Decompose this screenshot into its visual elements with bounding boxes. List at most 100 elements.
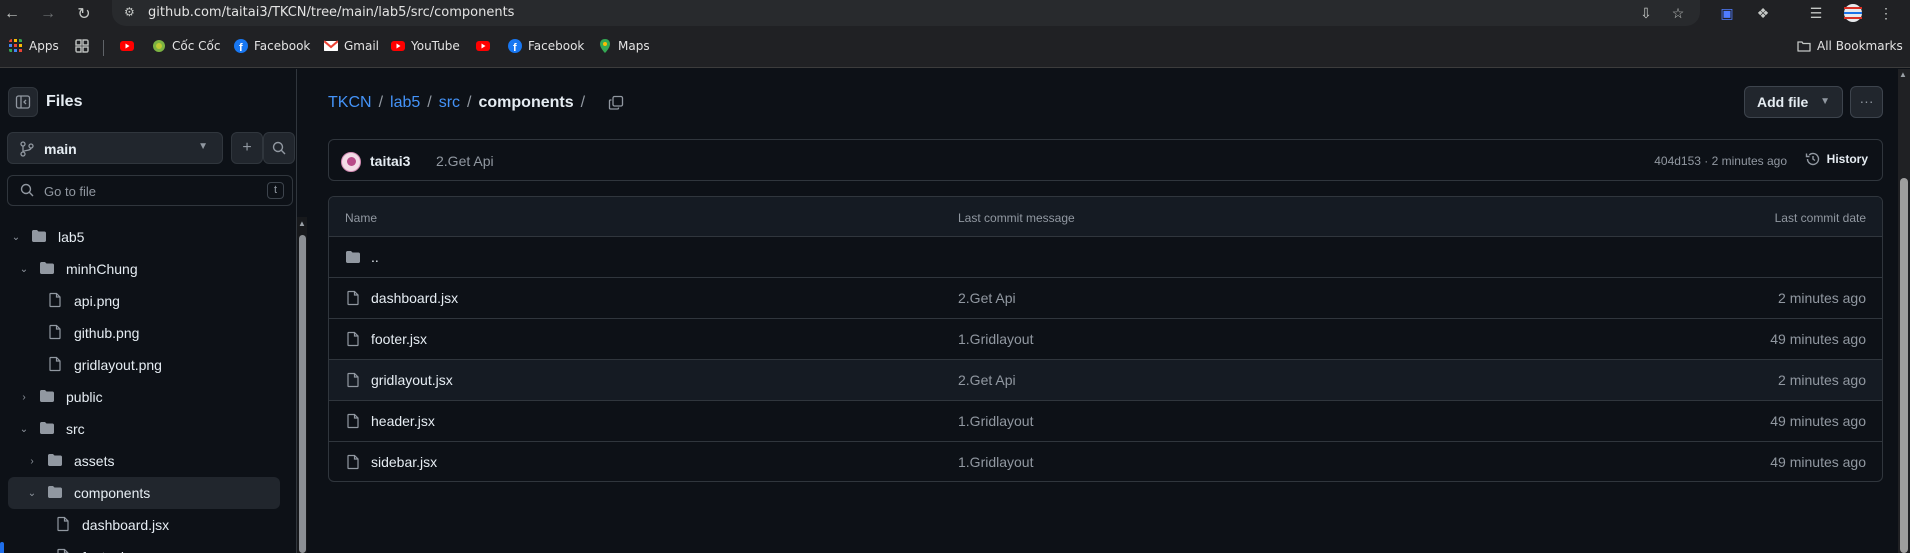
scroll-up-arrow-icon[interactable]: ▲ [298,219,306,228]
commit-message-link[interactable]: 2.Get Api [958,290,1016,306]
chevron-down-icon[interactable]: ⌄ [24,488,40,499]
plus-icon: + [242,139,252,156]
add-file-plus-button[interactable]: + [231,132,263,164]
bookmark-star-icon[interactable]: ☆ [1669,4,1687,22]
file-table: Name Last commit message Last commit dat… [328,196,1883,482]
tree-folder[interactable]: ⌄ src [0,413,280,445]
add-file-button[interactable]: Add file ▼ [1744,86,1843,118]
breadcrumb: TKCN / lab5 / src / components / [328,94,624,112]
tree-file[interactable]: footer.jsx [0,541,280,553]
parent-directory-label: .. [371,249,379,265]
commit-message-link[interactable]: 1.Gridlayout [958,331,1033,347]
tree-folder[interactable]: ⌄ minhChung [0,253,280,285]
site-settings-icon[interactable]: ⚙ [124,5,140,21]
bookmark-gmail[interactable]: Gmail [324,39,379,53]
bookmark-apps[interactable]: Apps [9,39,59,53]
chevron-down-icon[interactable]: ⌄ [16,264,32,275]
bookmark-tab-groups[interactable] [75,39,89,53]
branch-name: main [44,141,77,157]
bookmark-facebook-2[interactable]: f Facebook [508,39,584,53]
commit-date: 49 minutes ago [1770,413,1866,429]
commit-date: 49 minutes ago [1770,331,1866,347]
chevron-down-icon[interactable]: ⌄ [8,232,24,243]
tree-folder[interactable]: ⌄ lab5 [0,221,280,253]
sidebar-scrollbar-thumb[interactable] [299,235,306,553]
breadcrumb-link-lab5[interactable]: lab5 [390,94,420,112]
tree-folder[interactable]: ⌄ components [8,477,280,509]
commit-message[interactable]: 2.Get Api [436,153,494,169]
tree-folder[interactable]: › public [0,381,280,413]
url-text[interactable]: github.com/taitai3/TKCN/tree/main/lab5/s… [148,5,514,20]
reload-icon[interactable]: ↻ [74,4,94,24]
file-icon [347,454,359,470]
window-scrollbar-thumb[interactable] [1900,178,1908,553]
chevron-right-icon[interactable]: › [16,392,32,403]
tree-folder[interactable]: › assets [0,445,280,477]
scroll-up-arrow-icon[interactable]: ▲ [1899,70,1907,79]
extensions-puzzle-icon[interactable]: ❖ [1753,3,1773,23]
table-row[interactable]: gridlayout.jsx 2.Get Api 2 minutes ago [329,360,1882,401]
back-arrow-icon[interactable]: ← [2,4,22,24]
bookmark-youtube-3[interactable] [476,39,490,53]
tree-item-label: minhChung [66,261,138,277]
bookmark-youtube-1[interactable] [120,39,134,53]
commit-message-link[interactable]: 1.Gridlayout [958,413,1033,429]
file-tree-sidebar: Files main ▼ + Go to file t ⌄ lab5 ⌄ minhCh… [0,69,297,553]
file-icon [40,324,74,343]
bookmark-maps[interactable]: Maps [598,39,650,53]
file-name-link[interactable]: dashboard.jsx [371,290,458,306]
commit-hash-time[interactable]: 404d153 · 2 minutes ago [1654,154,1787,168]
forward-arrow-icon[interactable]: → [38,4,58,24]
tree-file[interactable]: github.png [0,317,280,349]
bookmark-youtube-2[interactable]: YouTube [391,39,460,53]
table-row[interactable]: dashboard.jsx 2.Get Api 2 minutes ago [329,278,1882,319]
install-app-icon[interactable]: ⇩ [1637,4,1655,22]
svg-text:f: f [513,42,517,53]
bookmark-separator [103,40,104,56]
parent-directory-row[interactable]: .. [329,237,1882,278]
youtube-icon [476,41,490,51]
file-icon [48,516,82,535]
commit-message-link[interactable]: 2.Get Api [958,372,1016,388]
folder-icon [40,484,74,503]
table-row[interactable]: header.jsx 1.Gridlayout 49 minutes ago [329,401,1882,442]
avatar[interactable] [341,152,361,172]
collapse-sidebar-icon[interactable] [8,87,38,117]
all-bookmarks-button[interactable]: All Bookmarks [1797,39,1903,53]
file-name-link[interactable]: footer.jsx [371,331,427,347]
browser-menu-icon[interactable]: ⋮ [1876,3,1896,23]
address-bar[interactable]: ⚙ github.com/taitai3/TKCN/tree/main/lab5… [112,0,1700,26]
add-file-label: Add file [1757,94,1809,110]
commit-message-link[interactable]: 1.Gridlayout [958,454,1033,470]
search-icon [20,183,34,197]
tree-file[interactable]: gridlayout.png [0,349,280,381]
latest-commit-bar: taitai3 2.Get Api 404d153 · 2 minutes ag… [328,139,1883,181]
more-options-button[interactable]: ··· [1850,86,1883,118]
table-row[interactable]: footer.jsx 1.Gridlayout 49 minutes ago [329,319,1882,360]
tree-file[interactable]: api.png [0,285,280,317]
file-name-link[interactable]: gridlayout.jsx [371,372,453,388]
profile-avatar[interactable] [1843,3,1863,23]
breadcrumb-link-repo[interactable]: TKCN [328,94,372,112]
chevron-right-icon[interactable]: › [24,456,40,467]
copy-path-icon[interactable] [608,95,624,111]
tree-file[interactable]: dashboard.jsx [0,509,280,541]
file-icon [347,331,359,347]
tree-item-label: src [66,421,85,437]
bookmark-facebook-1[interactable]: f Facebook [234,39,310,53]
file-name-link[interactable]: sidebar.jsx [371,454,437,470]
commit-author[interactable]: taitai3 [370,153,410,169]
history-button[interactable]: History [1805,151,1868,167]
media-controls-icon[interactable]: ☰ [1806,3,1826,23]
facebook-icon: f [508,39,522,53]
breadcrumb-link-src[interactable]: src [439,94,460,112]
file-icon [48,548,82,553]
go-to-file-input[interactable]: Go to file t [7,175,293,206]
table-row[interactable]: sidebar.jsx 1.Gridlayout 49 minutes ago [329,442,1882,481]
bookmark-coccoc[interactable]: Cốc Cốc [152,39,220,53]
chevron-down-icon[interactable]: ⌄ [16,424,32,435]
search-files-button[interactable] [263,132,295,164]
translate-extension-icon[interactable]: ▣ [1717,3,1737,23]
file-name-link[interactable]: header.jsx [371,413,435,429]
branch-selector[interactable]: main ▼ [7,132,223,164]
